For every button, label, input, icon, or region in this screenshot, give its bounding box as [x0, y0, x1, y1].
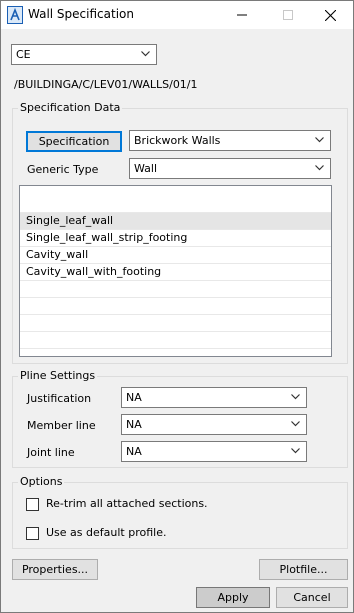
generic-type-select-value: Wall	[134, 162, 158, 175]
pline-settings-caption: Pline Settings	[18, 369, 98, 382]
list-item[interactable]	[20, 332, 331, 349]
apply-button[interactable]: Apply	[196, 587, 270, 608]
options-caption: Options	[18, 475, 65, 488]
app-icon	[7, 6, 23, 24]
default-profile-label: Use as default profile.	[46, 526, 167, 539]
joint-line-select[interactable]: NA	[121, 441, 307, 462]
list-item[interactable]: Cavity_wall	[20, 247, 331, 264]
joint-line-label: Joint line	[27, 446, 75, 459]
close-icon	[324, 10, 336, 21]
list-item[interactable]: Cavity_wall_with_footing	[20, 264, 331, 281]
properties-button[interactable]: Properties...	[12, 559, 98, 580]
mode-select[interactable]: CE	[11, 44, 157, 65]
list-item[interactable]	[20, 196, 331, 213]
list-item[interactable]: Single_leaf_wall_strip_footing	[20, 230, 331, 247]
retrim-label: Re-trim all attached sections.	[46, 497, 208, 510]
generic-type-label: Generic Type	[27, 163, 99, 176]
specification-select-value: Brickwork Walls	[134, 134, 221, 147]
element-path: /BUILDINGA/C/LEV01/WALLS/01/1	[14, 78, 198, 91]
member-line-select-value: NA	[126, 418, 142, 431]
joint-line-select-value: NA	[126, 445, 142, 458]
list-item-selected[interactable]: Single_leaf_wall	[20, 213, 331, 230]
specification-data-caption: Specification Data	[18, 101, 123, 114]
justification-label: Justification	[27, 392, 92, 405]
minimize-icon	[237, 14, 247, 16]
chevron-down-icon	[141, 51, 150, 57]
plotfile-button[interactable]: Plotfile...	[259, 559, 348, 580]
list-item[interactable]	[20, 298, 331, 315]
justification-select[interactable]: NA	[121, 387, 307, 408]
list-item[interactable]	[20, 315, 331, 332]
chevron-down-icon	[291, 448, 300, 454]
mode-select-value: CE	[16, 48, 31, 61]
close-button[interactable]	[307, 1, 353, 29]
window-title: Wall Specification	[28, 7, 134, 21]
minimize-button[interactable]	[219, 1, 265, 29]
specification-button[interactable]: Specification	[26, 131, 122, 152]
justification-select-value: NA	[126, 391, 142, 404]
chevron-down-icon	[315, 137, 324, 143]
wall-specification-window: Wall Specification CE /BUILDINGA/C/LEV01…	[0, 0, 354, 613]
section-list[interactable]: Single_leaf_wall Single_leaf_wall_strip_…	[19, 185, 332, 357]
member-line-label: Member line	[27, 419, 96, 432]
generic-type-select[interactable]: Wall	[129, 158, 331, 179]
cancel-button[interactable]: Cancel	[276, 587, 348, 608]
member-line-select[interactable]: NA	[121, 414, 307, 435]
title-bar[interactable]: Wall Specification	[1, 1, 353, 29]
chevron-down-icon	[315, 165, 324, 171]
chevron-down-icon	[291, 421, 300, 427]
maximize-button[interactable]	[265, 1, 311, 29]
specification-select[interactable]: Brickwork Walls	[129, 130, 331, 151]
chevron-down-icon	[291, 394, 300, 400]
maximize-icon	[283, 10, 293, 20]
default-profile-checkbox[interactable]	[26, 527, 39, 540]
retrim-checkbox[interactable]	[26, 498, 39, 511]
list-item[interactable]	[20, 281, 331, 298]
